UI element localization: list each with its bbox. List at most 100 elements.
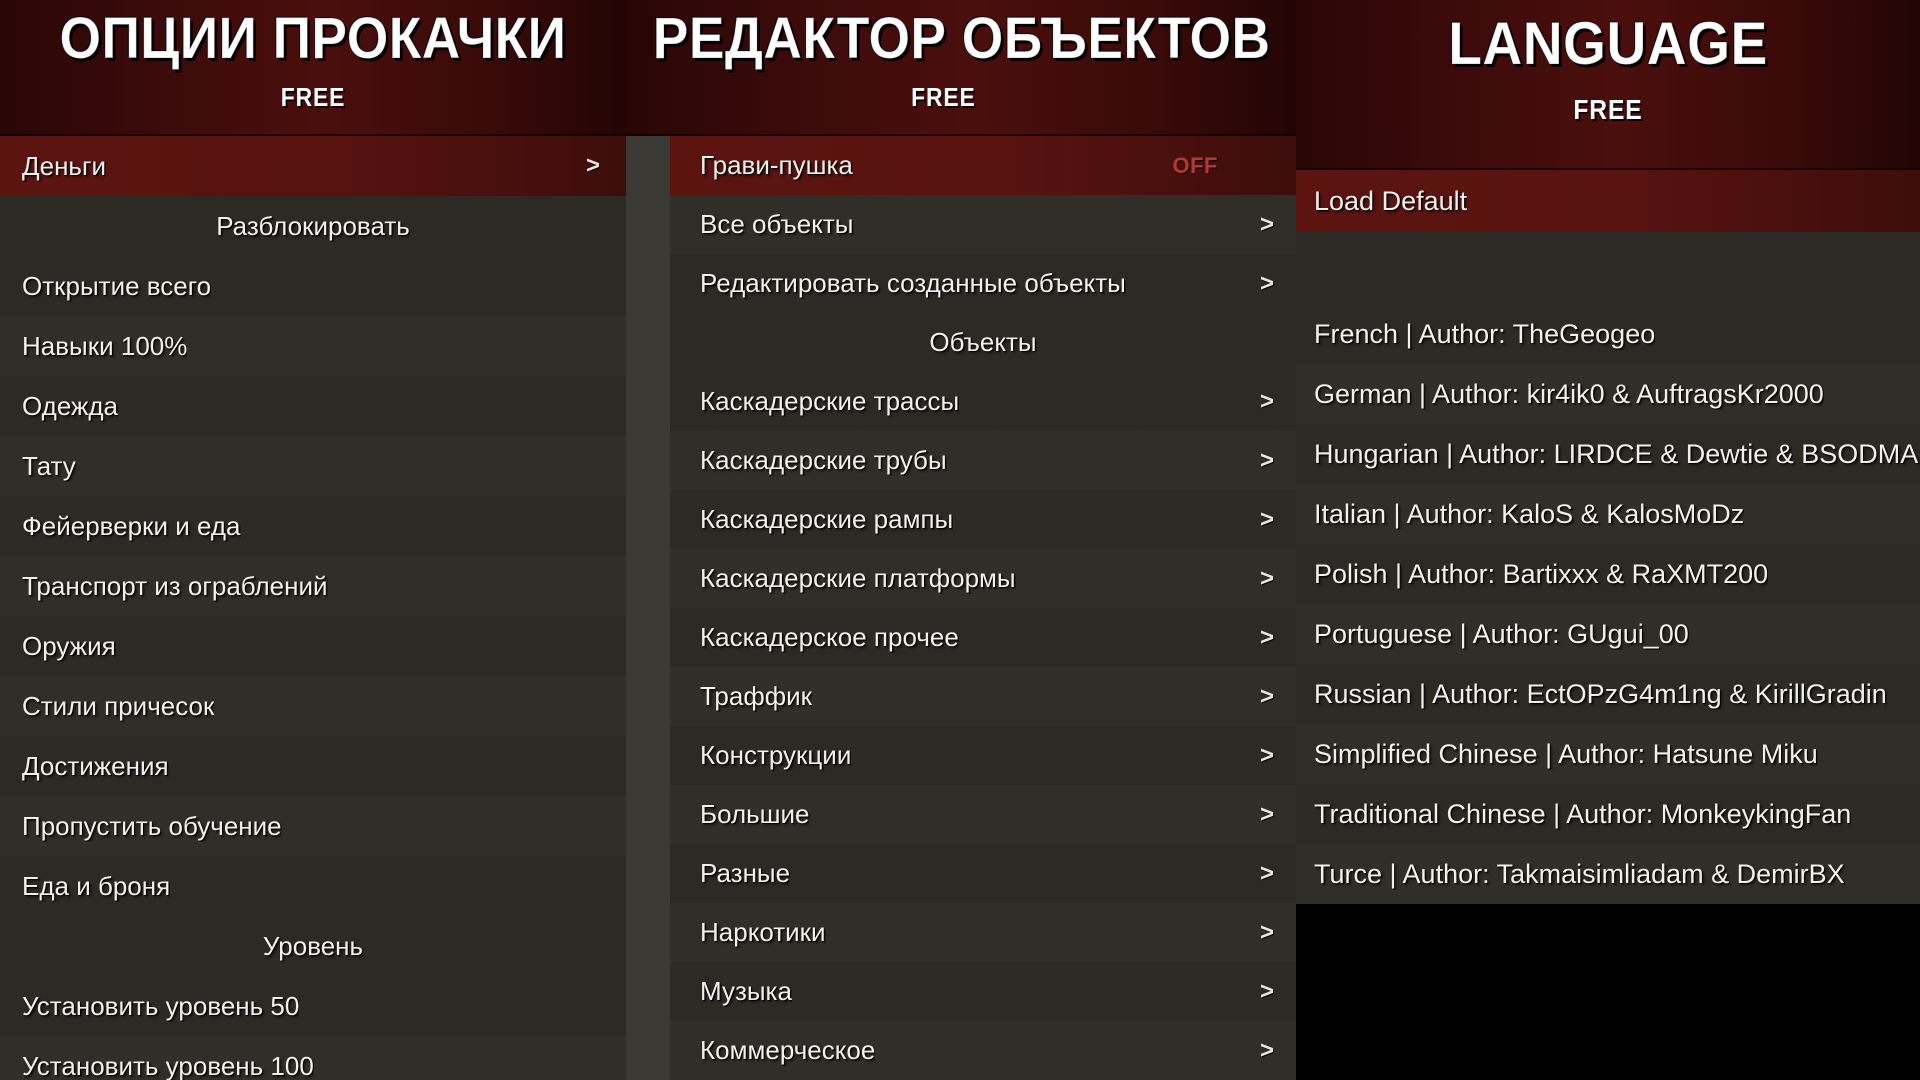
menu-item[interactable]: Оружия	[0, 616, 626, 676]
menu-item[interactable]: Разные >	[670, 844, 1296, 903]
menu-item[interactable]: Simplified Chinese | Author: Hatsune Mik…	[1296, 724, 1920, 784]
menu-item[interactable]: Каскадерские платформы >	[670, 549, 1296, 608]
menu-item[interactable]: Коммерческое >	[670, 1021, 1296, 1080]
menu-item[interactable]: Italian | Author: KaloS & KalosMoDz	[1296, 484, 1920, 544]
panel-objects-title: РЕДАКТОР ОБЪЕКТОВ	[652, 6, 1271, 71]
menu-item[interactable]: Еда и броня	[0, 856, 626, 916]
menu-item[interactable]: Транспорт из ограблений	[0, 556, 626, 616]
menu-item[interactable]: German | Author: kir4ik0 & AuftragsKr200…	[1296, 364, 1920, 424]
chevron-right-icon: >	[1259, 505, 1274, 533]
menu-item-value: OFF	[1172, 152, 1218, 178]
menu-item-label: Polish | Author: Bartixxx & RaXMT200	[1314, 558, 1769, 589]
panel-language-header: Language FREE	[1296, 0, 1920, 170]
menu-item[interactable]: French | Author: TheGeogeo	[1296, 304, 1920, 364]
menu-item[interactable]: Стили причесок	[0, 676, 626, 736]
panel-upgrade-subtitle: FREE	[280, 82, 346, 112]
menu-item-label: Simplified Chinese | Author: Hatsune Mik…	[1314, 738, 1818, 769]
menu-item[interactable]: Редактировать созданные объекты >	[670, 254, 1296, 313]
menu-item-label: Traditional Chinese | Author: Monkeyking…	[1314, 798, 1852, 829]
menu-item-label: Конструкции	[700, 740, 852, 770]
menu-item[interactable]: Установить уровень 100	[0, 1036, 626, 1080]
menu-section-header: Уровень	[0, 916, 626, 976]
menu-item[interactable]: Polish | Author: Bartixxx & RaXMT200	[1296, 544, 1920, 604]
menu-item[interactable]: Большие >	[670, 785, 1296, 844]
menu-item-label: Транспорт из ограблений	[22, 570, 328, 601]
menu-item-label: Russian | Author: EctOPzG4m1ng & KirillG…	[1314, 678, 1887, 709]
menu-item[interactable]: Все объекты >	[670, 195, 1296, 254]
menu-item[interactable]: Траффик >	[670, 667, 1296, 726]
chevron-right-icon: >	[1259, 977, 1274, 1005]
menu-item-label: Объекты	[929, 327, 1037, 357]
menu-item[interactable]: Конструкции >	[670, 726, 1296, 785]
menu-item[interactable]: Portuguese | Author: GUgui_00	[1296, 604, 1920, 664]
menu-item[interactable]: Деньги >	[0, 136, 626, 196]
menu-item[interactable]: Traditional Chinese | Author: Monkeyking…	[1296, 784, 1920, 844]
panel-language: Language FREE Load Default French | Autho…	[1296, 0, 1920, 904]
menu-item-label: Редактировать созданные объекты	[700, 268, 1126, 298]
panel-language-rows: Load Default French | Author: TheGeogeo Ge…	[1296, 170, 1920, 904]
menu-item-label: Грави-пушка	[700, 150, 853, 180]
menu-item-label: Каскадерские платформы	[700, 563, 1016, 593]
menu-item-label: Уровень	[262, 930, 364, 961]
menu-item[interactable]: Каскадерские трубы >	[670, 431, 1296, 490]
menu-section-header: Объекты	[670, 313, 1296, 372]
panel-upgrade-header: ОПЦИИ ПРОКАЧКИ FREE	[0, 0, 626, 136]
menu-item-label: Установить уровень 100	[22, 1050, 314, 1080]
menu-item-label: Каскадерские трубы	[700, 445, 947, 475]
menu-spacer	[1296, 232, 1920, 304]
menu-item[interactable]: Тату	[0, 436, 626, 496]
menu-item[interactable]: Наркотики >	[670, 903, 1296, 962]
chevron-right-icon: >	[1259, 918, 1274, 946]
menu-item-label: German | Author: kir4ik0 & AuftragsKr200…	[1314, 378, 1824, 409]
menu-item-label: Все объекты	[700, 209, 854, 239]
menu-item-label: Каскадерские рампы	[700, 504, 954, 534]
menu-item-label: Наркотики	[700, 917, 826, 947]
menu-item[interactable]: Russian | Author: EctOPzG4m1ng & KirillG…	[1296, 664, 1920, 724]
menu-item[interactable]: Музыка >	[670, 962, 1296, 1021]
menu-item[interactable]: Одежда	[0, 376, 626, 436]
menu-item-label: Тату	[22, 450, 76, 481]
chevron-right-icon: >	[585, 152, 600, 179]
menu-item-label: Portuguese | Author: GUgui_00	[1314, 618, 1689, 649]
chevron-right-icon: >	[1259, 564, 1274, 592]
panel-objects-subtitle: FREE	[911, 82, 976, 112]
chevron-right-icon: >	[1259, 682, 1274, 710]
panel-objects-gutter	[626, 136, 670, 1080]
menu-item[interactable]: Каскадерское прочее >	[670, 608, 1296, 667]
menu-item[interactable]: Грави-пушка OFF	[670, 136, 1296, 195]
panel-objects-rows: Грави-пушка OFF Все объекты > Редактировать …	[626, 136, 1296, 1080]
menu-item[interactable]: Навыки 100%	[0, 316, 626, 376]
menu-item[interactable]: Каскадерские трассы >	[670, 372, 1296, 431]
menu-item[interactable]: Пропустить обучение	[0, 796, 626, 856]
menu-item-label: Большие	[700, 799, 810, 829]
panel-language-title: Language	[1448, 10, 1768, 77]
panel-objects-header: РЕДАКТОР ОБЪЕКТОВ FREE	[626, 0, 1296, 136]
menu-item-label: Фейерверки и еда	[22, 510, 241, 541]
menu-item-label: Еда и броня	[22, 870, 171, 901]
chevron-right-icon: >	[1259, 859, 1274, 887]
menu-item-label: Открытие всего	[22, 270, 212, 301]
chevron-right-icon: >	[1259, 210, 1274, 238]
menu-item[interactable]: Открытие всего	[0, 256, 626, 316]
menu-item[interactable]: Установить уровень 50	[0, 976, 626, 1036]
menu-item-label: Деньги	[22, 150, 106, 181]
menu-item-label: Hungarian | Author: LIRDCE & Dewtie & BS…	[1314, 438, 1920, 469]
menu-item-label: Траффик	[700, 681, 813, 711]
menu-item[interactable]: Load Default	[1296, 170, 1920, 232]
panel-language-subtitle: FREE	[1573, 94, 1643, 125]
panel-upgrade-rows: Деньги > Разблокировать Открытие всего Навык…	[0, 136, 626, 1080]
menu-item-label: Пропустить обучение	[22, 810, 282, 841]
menu-item[interactable]: Turce | Author: Takmaisimliadam & DemirB…	[1296, 844, 1920, 904]
chevron-right-icon: >	[1259, 446, 1274, 474]
menu-item-label: Одежда	[22, 390, 119, 421]
menu-item-label: Load Default	[1314, 185, 1468, 216]
menu-item[interactable]: Достижения	[0, 736, 626, 796]
menu-item[interactable]: Фейерверки и еда	[0, 496, 626, 556]
menu-item-label: Italian | Author: KaloS & KalosMoDz	[1314, 498, 1745, 529]
panel-upgrade-options: ОПЦИИ ПРОКАЧКИ FREE Деньги > Разблокироват…	[0, 0, 626, 1080]
chevron-right-icon: >	[1259, 1036, 1274, 1064]
menu-item[interactable]: Каскадерские рампы >	[670, 490, 1296, 549]
menu-item-label: Turce | Author: Takmaisimliadam & DemirB…	[1314, 858, 1845, 889]
menu-item-label: Стили причесок	[22, 690, 215, 721]
menu-item[interactable]: Hungarian | Author: LIRDCE & Dewtie & BS…	[1296, 424, 1920, 484]
